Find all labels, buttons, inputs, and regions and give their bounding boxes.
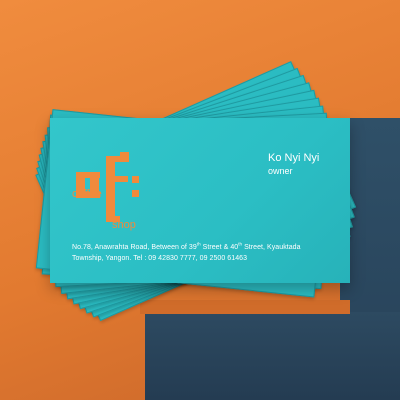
business-card-stack: coffee shop Ko Nyi Nyi owner No.78, Anaw… — [0, 0, 400, 400]
card-address-line-1: No.78, Anawrahta Road, Between of 39th S… — [72, 241, 301, 251]
card-owner-role: owner — [268, 166, 293, 176]
card-owner-name: Ko Nyi Nyi — [268, 152, 320, 164]
logo-word-coffee: coffee — [72, 188, 102, 200]
logo-word-shop: shop — [112, 219, 136, 231]
product-mockup-scene: coffee shop Ko Nyi Nyi owner No.78, Anaw… — [0, 0, 400, 400]
card-address-line-2: Township, Yangon. Tel : 09 42830 7777, 0… — [72, 255, 248, 262]
business-card-front: coffee shop Ko Nyi Nyi owner No.78, Anaw… — [50, 118, 350, 283]
coffee-shop-logo-mark — [76, 152, 139, 222]
